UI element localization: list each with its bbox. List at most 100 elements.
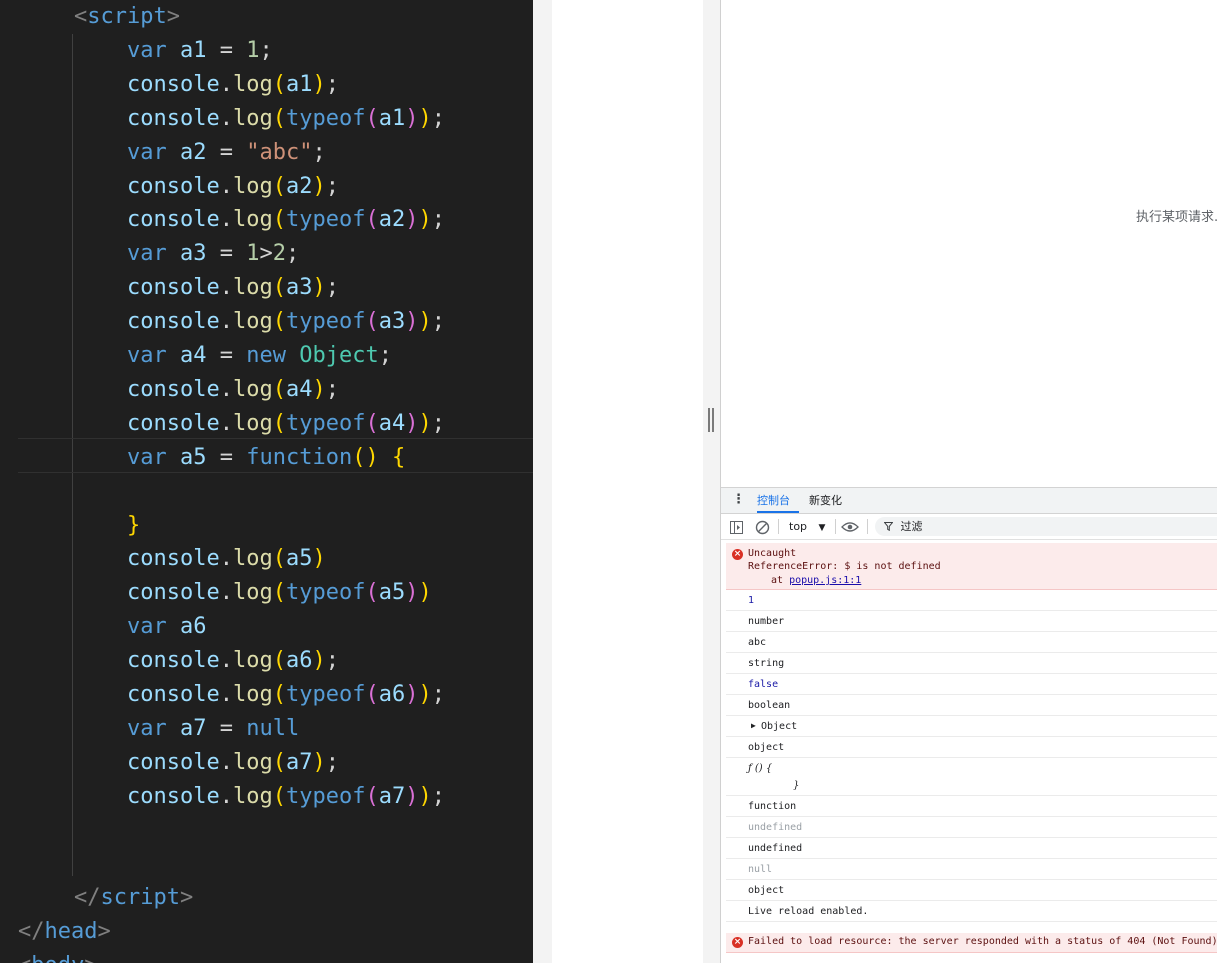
context-selector-value: top bbox=[789, 520, 808, 533]
filter-input[interactable]: 过滤 bbox=[875, 517, 1217, 536]
toolbar-separator bbox=[778, 519, 779, 534]
code-token: . bbox=[219, 580, 233, 606]
code-token: ; bbox=[325, 749, 339, 775]
kebab-menu-icon[interactable]: ⋮ bbox=[732, 492, 745, 507]
code-token: ( bbox=[272, 682, 286, 707]
source-link[interactable]: popup.js:1:1 bbox=[789, 575, 861, 586]
error-stack-prefix: at bbox=[771, 575, 790, 586]
code-token: > bbox=[259, 241, 273, 267]
code-token: log bbox=[232, 207, 273, 233]
code-token: a2 bbox=[180, 139, 207, 165]
dropdown-arrow-icon: ▼ bbox=[818, 523, 826, 533]
code-token: ( bbox=[365, 105, 379, 131]
code-token: ) bbox=[312, 648, 326, 674]
sidebar-toggle-icon[interactable] bbox=[730, 514, 743, 539]
code-token: ( bbox=[365, 682, 379, 707]
code-token: ) bbox=[405, 580, 419, 606]
console-log-row: false bbox=[726, 674, 1217, 695]
code-line: var a5 = function() { bbox=[127, 441, 405, 475]
code-token: log bbox=[232, 173, 273, 199]
code-line: var a7 = null bbox=[127, 712, 299, 746]
code-token: </ bbox=[18, 919, 45, 945]
code-line: console.log(typeof(a2)); bbox=[127, 203, 445, 237]
code-token: = bbox=[206, 139, 247, 165]
code-token: typeof bbox=[285, 309, 366, 335]
code-token: . bbox=[219, 376, 233, 402]
code-editor[interactable]: <script> var a1 = 1; console.log(a1); conso… bbox=[0, 0, 533, 963]
code-token: ( bbox=[272, 173, 286, 199]
code-token: ; bbox=[325, 648, 339, 674]
console-log-text: 1 bbox=[748, 595, 755, 606]
console-log-row: boolean bbox=[726, 695, 1217, 716]
code-token: log bbox=[232, 376, 273, 402]
console-log-row[interactable]: ▶ Object bbox=[726, 716, 1217, 737]
code-token: = bbox=[206, 715, 247, 741]
console-log-text: object bbox=[748, 742, 785, 753]
code-token: console bbox=[127, 580, 220, 606]
console-log-text: } bbox=[793, 780, 800, 791]
code-token: ) bbox=[312, 546, 326, 572]
code-line: var a4 = new Object; bbox=[127, 339, 392, 373]
code-token: log bbox=[232, 546, 273, 572]
code-token: log bbox=[232, 648, 273, 674]
console-log-text: ƒ () { bbox=[748, 763, 773, 774]
code-token: ; bbox=[431, 105, 445, 131]
code-token: . bbox=[219, 309, 233, 335]
code-token: > bbox=[97, 919, 111, 945]
code-token: a6 bbox=[378, 682, 406, 707]
code-token: . bbox=[219, 546, 233, 572]
code-token: ) bbox=[312, 71, 326, 97]
drag-handle-icon[interactable] bbox=[708, 408, 714, 432]
code-line: console.log(a7); bbox=[127, 746, 339, 780]
code-token: console bbox=[127, 648, 220, 674]
code-token: typeof bbox=[285, 410, 366, 436]
console-error: × Uncaught ReferenceError: $ is not defi… bbox=[726, 543, 1217, 590]
clear-console-icon[interactable] bbox=[755, 514, 770, 539]
code-token: ; bbox=[431, 309, 445, 335]
code-token: = bbox=[206, 37, 247, 63]
toolbar-separator bbox=[835, 519, 836, 534]
error-icon: × bbox=[732, 937, 743, 948]
code-token: log bbox=[232, 309, 273, 335]
code-token: ) bbox=[418, 580, 432, 606]
code-token: ) bbox=[312, 173, 326, 199]
devtools-tabbar: ⋮ 控制台 新变化 bbox=[721, 487, 1217, 514]
code-token: console bbox=[127, 783, 220, 809]
code-token: a3 bbox=[180, 241, 207, 267]
console-log-row: undefined bbox=[726, 817, 1217, 838]
code-token: console bbox=[127, 410, 220, 436]
console-toolbar: top ▼ 过滤 bbox=[721, 514, 1217, 540]
code-token: ) bbox=[418, 207, 432, 233]
devtools-splitter[interactable] bbox=[703, 0, 721, 963]
code-token: ; bbox=[286, 241, 300, 267]
filter-placeholder: 过滤 bbox=[900, 520, 923, 533]
code-token: ; bbox=[259, 37, 273, 63]
context-selector[interactable]: top ▼ bbox=[789, 514, 825, 539]
tab-console[interactable]: 控制台 bbox=[757, 488, 799, 513]
expand-arrow-icon[interactable]: ▶ bbox=[751, 721, 756, 730]
code-token: a7 bbox=[180, 715, 207, 741]
console-log-row: object bbox=[726, 737, 1217, 758]
console-error-404: × Failed to load resource: the server re… bbox=[726, 933, 1217, 953]
code-token: ; bbox=[312, 139, 326, 165]
code-token: function bbox=[246, 444, 353, 470]
code-token: a1 bbox=[180, 37, 207, 63]
live-expression-eye-icon[interactable] bbox=[841, 514, 859, 539]
code-line: </head> bbox=[18, 915, 111, 949]
code-token: head bbox=[44, 919, 98, 945]
code-token: ( bbox=[365, 783, 379, 809]
console-log-text: undefined bbox=[748, 822, 803, 833]
tab-changes[interactable]: 新变化 bbox=[809, 488, 842, 513]
code-token: var bbox=[127, 241, 167, 267]
console-log-text: number bbox=[748, 616, 785, 627]
code-token: ) bbox=[405, 309, 419, 335]
code-token: . bbox=[219, 783, 233, 809]
code-line: console.log(a5) bbox=[127, 542, 326, 576]
error-message: ReferenceError: $ is not defined bbox=[748, 561, 941, 572]
code-line: console.log(typeof(a3)); bbox=[127, 305, 445, 339]
code-token: ; bbox=[431, 410, 445, 436]
